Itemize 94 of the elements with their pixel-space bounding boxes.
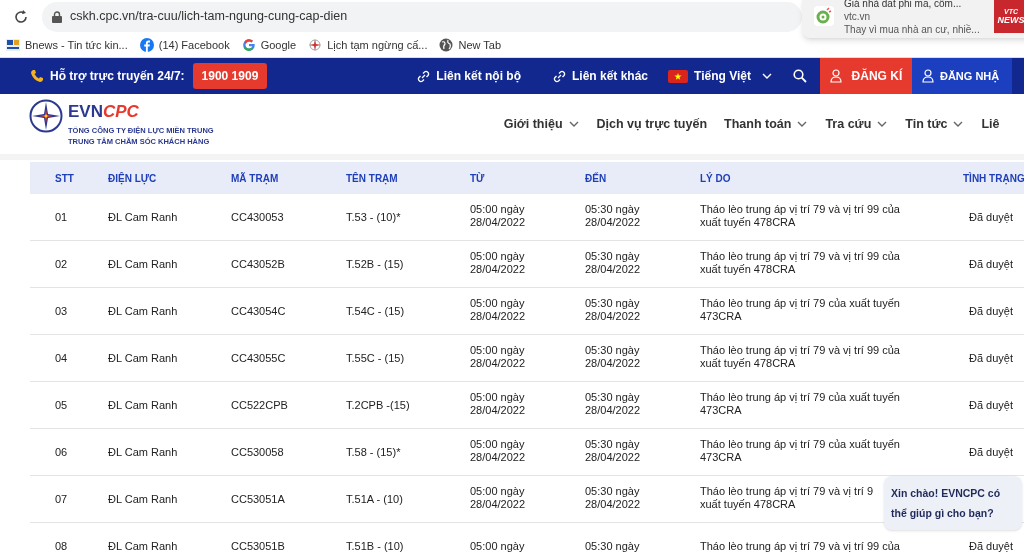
table-cell: ĐL Cam Ranh [108,210,178,223]
table-cell: 05:00 ngày 28/04/2022 [470,203,526,230]
nav-item[interactable]: Liê [981,114,1000,134]
column-header: ĐẾN [585,172,607,184]
table-cell: Tháo lèo trung áp vị trí 79 của xuất tuyến 473CRA [700,391,900,418]
table-cell: 05 [55,398,68,411]
table-cell: Đã duyệt [969,445,1014,458]
bookmark[interactable]: Google [241,36,297,54]
table-cell: Đã duyệt [969,351,1014,364]
table-cell: 05:30 ngày 28/04/2022 [585,391,641,418]
nav-link[interactable]: Liên kết nội bộ [417,67,521,85]
nav-link[interactable]: Liên kết khác [553,67,649,85]
table-cell: Đã duyệt [969,539,1014,552]
table-cell: ĐL Cam Ranh [108,445,178,458]
table-cell: Đã duyệt [969,257,1014,270]
table-cell: ĐL Cam Ranh [108,492,178,505]
table-cell: Tháo lèo trung áp vị trí 79 và vị trí 99 của xuất tuyến 478CRA [700,250,900,277]
nav-item[interactable]: Giới thiệu [503,114,580,134]
table-cell: CC53051B [231,539,285,552]
table-cell: CC53051A [231,492,285,505]
notification-text: Thay vì mua nhà an cư, nhiề... [844,22,981,36]
brand-name: EVNCPC [68,102,140,122]
bookmark[interactable]: Lịch tạm ngừng cấ... [308,36,428,54]
table-cell: 05:30 ngày 28/04/2022 [585,438,641,465]
table-cell: ĐL Cam Ranh [108,351,178,364]
column-header: TÌNH TRẠNG [963,172,1024,184]
support-label: Hỗ trợ trực truyến 24/7: [50,67,185,85]
column-header: TỪ [470,172,485,184]
table-cell: ĐL Cam Ranh [108,398,178,411]
table-cell: T.55C - (15) [346,351,405,364]
table-cell: CC43052B [231,257,285,270]
table-cell: 03 [55,304,68,317]
table-cell: Tháo lèo trung áp vị trí 79 của xuất tuyến 473CRA [700,438,900,465]
table-cell: T.51B - (10) [346,539,404,552]
table-cell: 05:00 ngày 28/04/2022 [470,438,526,465]
nav-item[interactable]: Tra cứu [825,114,889,134]
nav-item[interactable]: Tin tức [905,114,965,134]
table-cell: 05:00 ngày 28/04/2022 [470,344,526,371]
hotline-badge[interactable]: 1900 1909 [192,63,268,89]
bookmark[interactable]: Bnews - Tin tức kin... [6,36,128,54]
table-cell: 05:30 ngày 28/04/2022 [585,250,641,277]
table-cell: 04 [55,351,68,364]
table-cell: 05:30 ngày 28/04/2022 [585,485,641,512]
notification-source: vtc.vn [844,9,872,23]
table-cell: 05:00 ngày [470,539,525,553]
table-cell: ĐL Cam Ranh [108,257,178,270]
table-cell: CC530058 [231,445,284,458]
table-cell: T.58 - (15)* [346,445,401,458]
column-header: ĐIỆN LỰC [108,172,157,184]
table-cell: CC430053 [231,210,284,223]
bookmark[interactable]: (14) Facebook [139,36,230,54]
table-cell: 07 [55,492,68,505]
table-cell: Tháo lèo trung áp vị trí 79 và vị trí 99 của xuất tuyến 478CRA [700,203,900,230]
nav-item[interactable]: Dịch vụ trực tuyến [596,114,708,134]
table-cell: ĐL Cam Ranh [108,304,178,317]
column-header: STT [55,172,74,184]
table-cell: Đã duyệt [969,398,1014,411]
table-cell: 05:30 ngày 28/04/2022 [585,344,641,371]
nav-item[interactable]: Thanh toán [724,114,809,134]
table-cell: Tháo lèo trung áp vị trí 79 và vị trí 9 xuất tuyến 478CRA [700,485,874,512]
bookmark[interactable]: New Tab [439,36,502,54]
column-header: TÊN TRẠM [346,172,398,184]
table-cell: 05:30 ngày [585,539,640,553]
table-cell: T.53 - (10)* [346,210,401,223]
table-cell: CC522CPB [231,398,288,411]
table-cell: 01 [55,210,68,223]
chat-bubble[interactable]: Xin chào! EVNCPC có thể giúp gì cho bạn? [884,476,1022,530]
table-cell: 05:30 ngày 28/04/2022 [585,297,641,324]
login-button[interactable]: ĐĂNG NHẬ [911,58,1012,94]
table-cell: T.51A - (10) [346,492,403,505]
table-cell: Tháo lèo trung áp vị trí 79 và vị trí 99 của [700,539,900,553]
table-cell: CC43055C [231,351,286,364]
table-cell: 08 [55,539,68,552]
table-cell: T.52B - (15) [346,257,404,270]
table-cell: Tháo lèo trung áp vị trí 79 và vị trí 99 của xuất tuyến 478CRA [700,344,900,371]
table-cell: 05:00 ngày 28/04/2022 [470,250,526,277]
table-cell: Đã duyệt [969,210,1014,223]
table-cell: 02 [55,257,68,270]
table-cell: 05:30 ngày 28/04/2022 [585,203,641,230]
table-cell: ĐL Cam Ranh [108,539,178,552]
address-bar[interactable]: cskh.cpc.vn/tra-cuu/lich-tam-ngung-cung-cap-dien [42,1,802,32]
table-cell: Tháo lèo trung áp vị trí 79 của xuất tuyến 473CRA [700,297,900,324]
table-cell: 06 [55,445,68,458]
table-cell: T.2CPB -(15) [346,398,410,411]
table-cell: T.54C - (15) [346,304,405,317]
table-cell: 05:00 ngày 28/04/2022 [470,485,526,512]
column-header: LÝ DO [700,172,731,184]
table-cell: CC43054C [231,304,286,317]
table-cell: 05:00 ngày 28/04/2022 [470,391,526,418]
table-cell: Đã duyệt [969,304,1014,317]
column-header: MÃ TRẠM [231,172,279,184]
language-selector[interactable]: Tiếng Việt [668,67,773,85]
table-cell: 05:00 ngày 28/04/2022 [470,297,526,324]
register-button[interactable]: ĐĂNG KÍ [819,58,912,94]
